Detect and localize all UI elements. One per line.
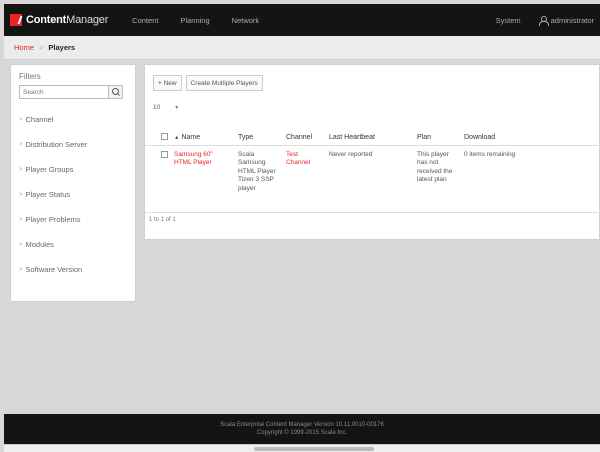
players-table: ▲ Name Type Channel Last Heartbeat Plan D… [145, 131, 600, 213]
logo-icon [10, 14, 22, 26]
chevron-right-icon: > [19, 216, 23, 223]
footer-copyright: Copyright © 1999-2015 Scala Inc. [256, 430, 348, 436]
page-size-value: 10 [153, 104, 161, 111]
nav-network[interactable]: Network [232, 16, 260, 25]
breadcrumb-separator: > [39, 43, 44, 52]
chevron-right-icon: > [19, 191, 23, 198]
filter-channel[interactable]: > Channel [19, 107, 127, 132]
filter-distribution-server[interactable]: > Distribution Server [19, 132, 127, 157]
filter-label: Distribution Server [25, 140, 88, 149]
logo-text-thin: Manager [66, 14, 109, 26]
nav-right: System administrator [496, 15, 594, 26]
user-icon [538, 15, 549, 26]
page-size-select[interactable]: 10 ▼ [153, 104, 599, 111]
filter-label: Player Problems [25, 215, 81, 224]
player-name-link[interactable]: Samsung 60" HTML Player [171, 145, 235, 213]
player-channel-link[interactable]: Test Channel [283, 145, 326, 213]
nav-planning[interactable]: Planning [180, 16, 209, 25]
app-logo[interactable]: ContentManager [10, 14, 108, 26]
filter-player-problems[interactable]: > Player Problems [19, 207, 127, 232]
chevron-right-icon: > [19, 166, 23, 173]
user-menu[interactable]: administrator [551, 16, 594, 25]
filters-panel: Filters >Channel >Distribution Server >P… [10, 64, 136, 302]
pagination-info: 1 to 1 of 1 [149, 217, 176, 223]
filter-label: Player Groups [25, 165, 74, 174]
filter-label: Channel [25, 115, 54, 124]
nav-content[interactable]: Content [132, 16, 158, 25]
filter-software-version[interactable]: > Software Version [19, 257, 127, 282]
logo-text-bold: Content [26, 14, 67, 26]
nav-system[interactable]: System [496, 16, 521, 25]
select-all-cell [145, 131, 171, 146]
top-navigation-bar: ContentManager Content Planning Network … [4, 4, 600, 36]
player-plan: This player has not received the latest … [414, 145, 461, 213]
filter-player-groups[interactable]: > Player Groups [19, 157, 127, 182]
breadcrumb-current: Players [48, 43, 76, 52]
chevron-right-icon: > [19, 141, 23, 148]
column-type[interactable]: Type [235, 131, 283, 146]
main-nav: Content Planning Network [132, 16, 281, 25]
footer: Scala Enterprise Content Manager Version… [4, 414, 600, 444]
chevron-right-icon: > [19, 116, 23, 123]
column-download[interactable]: Download [461, 131, 600, 146]
horizontal-scrollbar[interactable] [4, 444, 600, 452]
scrollbar-thumb[interactable] [254, 447, 374, 451]
chevron-right-icon: > [19, 241, 23, 248]
filter-label: Modules [25, 240, 54, 249]
breadcrumb-home[interactable]: Home [14, 43, 34, 52]
footer-version: Scala Enterprise Content Manager Version… [220, 422, 384, 428]
filter-search-input[interactable] [19, 85, 109, 99]
search-icon[interactable] [109, 85, 123, 99]
create-multiple-players-button[interactable]: Create Multiple Players [185, 75, 263, 91]
filter-label: Software Version [25, 265, 83, 274]
caret-down-icon: ▼ [174, 104, 180, 111]
column-plan[interactable]: Plan [414, 131, 461, 146]
players-panel: + New Create Multiple Players 10 ▼ ▲ Name… [144, 64, 600, 240]
filters-title: Filters [19, 72, 41, 81]
column-last-heartbeat[interactable]: Last Heartbeat [326, 131, 414, 146]
filter-search [19, 85, 127, 99]
toolbar: + New Create Multiple Players [145, 65, 599, 91]
player-type: Scala Samsung HTML Player Tizen 3 SSP pl… [235, 145, 283, 213]
filter-player-status[interactable]: > Player Status [19, 182, 127, 207]
player-heartbeat: Never reported [326, 145, 414, 213]
chevron-right-icon: > [19, 266, 23, 273]
row-select-cell [145, 145, 171, 213]
select-all-checkbox[interactable] [161, 133, 168, 141]
player-download: 0 items remaining [461, 145, 600, 213]
column-channel[interactable]: Channel [283, 131, 326, 146]
new-player-button[interactable]: + New [153, 75, 182, 91]
column-name[interactable]: ▲ Name [171, 131, 235, 146]
table-row[interactable]: Samsung 60" HTML Player Scala Samsung HT… [145, 145, 600, 213]
filter-label: Player Status [25, 190, 71, 199]
filter-modules[interactable]: > Modules [19, 232, 127, 257]
table-header: ▲ Name Type Channel Last Heartbeat Plan D… [145, 131, 600, 146]
sort-asc-icon: ▲ [174, 135, 180, 142]
row-checkbox[interactable] [161, 150, 168, 158]
breadcrumb: Home > Players [4, 36, 600, 60]
